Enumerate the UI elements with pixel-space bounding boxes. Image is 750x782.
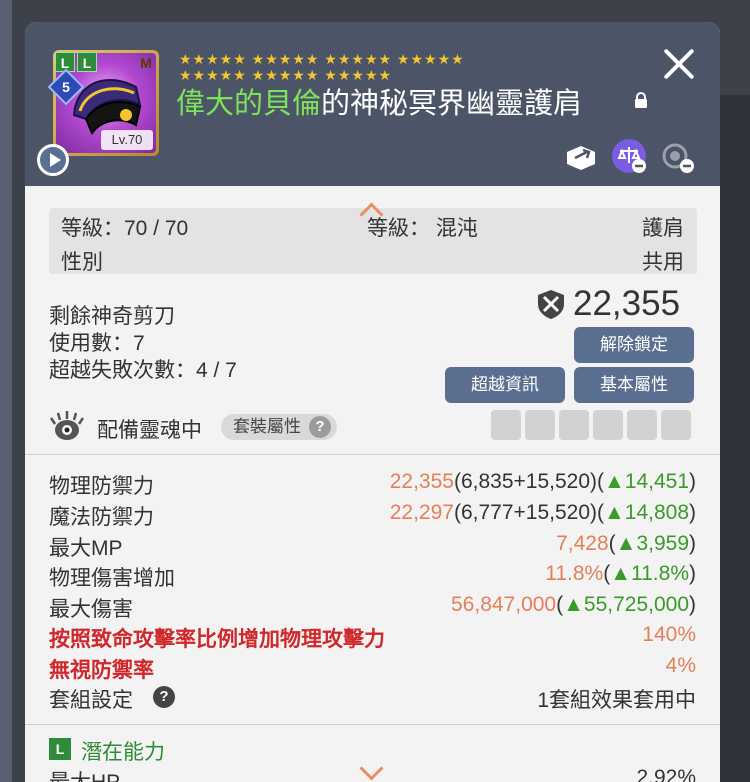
- stat-up-1: ▲14,808: [603, 501, 689, 524]
- stat-up-3: ▲11.8%: [610, 562, 689, 585]
- special-stat-name-0: 按照致命攻擊率比例增加物理攻擊力: [49, 628, 385, 651]
- divider: [25, 724, 720, 725]
- set-help-icon[interactable]: ?: [309, 416, 331, 438]
- stat-total-1: 22,297: [389, 501, 454, 524]
- stat-total-3: 11.8%: [545, 562, 604, 585]
- stat-close-1: ): [689, 501, 696, 524]
- stat-value-0: 22,355(6,835+15,520)(▲14,451): [390, 470, 696, 494]
- special-stat-value-0: 140%: [642, 623, 696, 646]
- stat-up-0: ▲14,451: [603, 470, 689, 493]
- uses-count: 使用數：7: [49, 332, 145, 355]
- grade-m-badge: M: [140, 55, 152, 71]
- item-title-suffix: 的神秘冥界幽靈護肩: [321, 88, 583, 120]
- item-title-prefix: 偉大的貝倫: [176, 88, 322, 120]
- stat-close-0: ): [689, 470, 696, 493]
- level-text: 等級：70 / 70: [61, 217, 189, 240]
- potential-title: 潛在能力: [81, 741, 165, 764]
- stat-name-1: 魔法防禦力: [49, 506, 154, 529]
- set-setting-help-icon[interactable]: ?: [153, 686, 175, 708]
- transcend-info-button[interactable]: 超越資訊: [445, 367, 565, 403]
- trade-scale-icon[interactable]: [611, 138, 647, 174]
- star-force-row-1: ★★★★★ ★★★★★ ★★★★★ ★★★★★: [179, 51, 465, 67]
- combat-power-value: 22,355: [573, 284, 681, 323]
- stat-detail-2: (: [608, 532, 616, 555]
- stat-value-2: 7,428(▲3,959): [556, 532, 696, 556]
- stat-detail-1: (6,777+15,520)(: [453, 501, 604, 524]
- grade-l-badge-2: L: [77, 52, 97, 72]
- stat-total-4: 56,847,000: [451, 593, 557, 616]
- stat-total-2: 7,428: [556, 532, 609, 555]
- unlock-button[interactable]: 解除鎖定: [574, 327, 694, 363]
- close-icon[interactable]: [661, 46, 697, 82]
- equip-type-text: 護肩: [642, 217, 684, 240]
- stat-close-3: ): [689, 562, 696, 585]
- special-stat-value-1: 4%: [665, 654, 696, 677]
- preview-play-button[interactable]: [37, 144, 69, 176]
- lock-icon: [635, 92, 647, 108]
- scroll-down-arrow-icon[interactable]: [359, 756, 384, 781]
- remaining-scissors-label: 剩餘神奇剪刀: [49, 305, 175, 328]
- stat-up-4: ▲55,725,000: [563, 593, 689, 616]
- stat-total-0: 22,355: [389, 470, 454, 493]
- stat-name-4: 最大傷害: [49, 598, 133, 621]
- background-right-edge: [720, 95, 750, 782]
- restore-icon[interactable]: [659, 138, 695, 174]
- stat-up-2: ▲3,959: [615, 532, 689, 555]
- stat-value-3: 11.8%(▲11.8%): [545, 562, 696, 586]
- item-tooltip-panel: L L M 5 Lv.70 ★★★★★ ★★★★★ ★★★★★ ★★★★★ ★★…: [25, 22, 720, 782]
- enhance-level-number: 5: [62, 79, 70, 95]
- item-level-tag: Lv.70: [101, 130, 153, 150]
- soul-icon: [49, 411, 85, 440]
- background-left-edge: [0, 0, 12, 782]
- set-attribute-label: 套裝屬性: [233, 417, 301, 436]
- gender-value: 共用: [642, 251, 684, 274]
- transfer-icon[interactable]: [563, 138, 599, 174]
- potential-stat-name: 最大HP: [49, 766, 120, 782]
- set-star-icon: [661, 410, 691, 440]
- stat-name-0: 物理防禦力: [49, 475, 154, 498]
- set-boots-icon: [627, 410, 657, 440]
- item-image-frame: L L M 5 Lv.70: [47, 50, 159, 156]
- transcend-fail-count: 超越失敗次數：4 / 7: [49, 359, 237, 382]
- soul-equipped-label: 配備靈魂中: [97, 419, 202, 442]
- stat-name-2: 最大MP: [49, 537, 123, 560]
- stat-value-1: 22,297(6,777+15,520)(▲14,808): [390, 501, 696, 525]
- set-setting-label: 套組設定: [49, 689, 133, 712]
- base-stats-button[interactable]: 基本屬性: [574, 367, 694, 403]
- item-title: 偉大的貝倫的神秘冥界幽靈護肩: [176, 80, 582, 122]
- divider: [25, 454, 720, 455]
- potential-grade-badge: L: [49, 738, 71, 760]
- set-helmet-icon: [525, 410, 555, 440]
- set-weapon-icon: [491, 410, 521, 440]
- stat-value-4: 56,847,000(▲55,725,000): [451, 593, 696, 617]
- gender-label: 性別: [61, 251, 103, 274]
- stat-close-4: ): [689, 593, 696, 616]
- set-setting-value: 1套組效果套用中: [537, 689, 696, 712]
- item-header: L L M 5 Lv.70 ★★★★★ ★★★★★ ★★★★★ ★★★★★ ★★…: [25, 22, 720, 186]
- stat-close-2: ): [689, 532, 696, 555]
- grade-text: 等級： 混沌: [367, 217, 478, 240]
- stat-detail-0: (6,835+15,520)(: [453, 470, 604, 493]
- stat-name-3: 物理傷害增加: [49, 567, 175, 590]
- combat-power-shield-icon: [538, 290, 564, 319]
- set-wing-icon: [559, 410, 589, 440]
- potential-stat-value: 2.92%: [636, 766, 696, 782]
- special-stat-name-1: 無視防禦率: [49, 659, 154, 682]
- set-belt-icon: [593, 410, 623, 440]
